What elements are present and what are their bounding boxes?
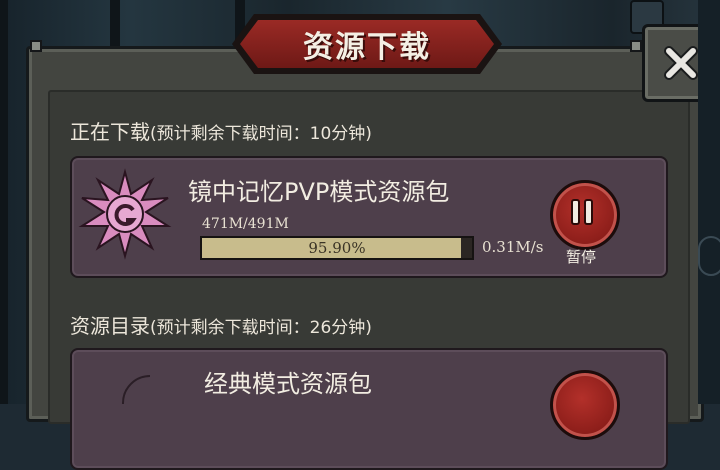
download-progress-bar: 95.90% [200,236,474,260]
crescent-moon-icon [122,375,151,404]
window-frame-left [0,0,8,404]
downloading-heading-text: 正在下载 [70,120,150,144]
pause-button-label: 暂停 [566,248,597,266]
close-x-icon [664,46,698,80]
download-speed-text: 0.31M/s [482,238,544,256]
dialog-title: 资源下载 [303,30,431,65]
right-edge-scenery [698,0,720,404]
download-progress-label: 95.90% [308,239,366,257]
catalog-eta-text: (预计剩余下载时间：26分钟) [150,318,372,338]
edge-scroll-ornament [698,236,720,276]
catalog-section-heading: 资源目录(预计剩余下载时间：26分钟) [70,310,372,339]
catalog-item-name: 经典模式资源包 [204,370,372,398]
panel-corner-rivet [630,40,642,52]
downloading-section-heading: 正在下载(预计剩余下载时间：10分钟) [70,116,372,145]
pause-button[interactable] [550,180,620,250]
downloading-item-name: 镜中记忆PVP模式资源包 [188,178,450,206]
thorn-swirl-icon [78,168,172,260]
catalog-heading-text: 资源目录 [70,314,150,338]
download-size-text: 471M/491M [202,216,289,232]
downloading-eta-text: (预计剩余下载时间：10分钟) [150,124,372,144]
panel-corner-rivet [30,40,42,52]
pause-icon [571,199,593,225]
catalog-download-button[interactable] [550,370,620,440]
